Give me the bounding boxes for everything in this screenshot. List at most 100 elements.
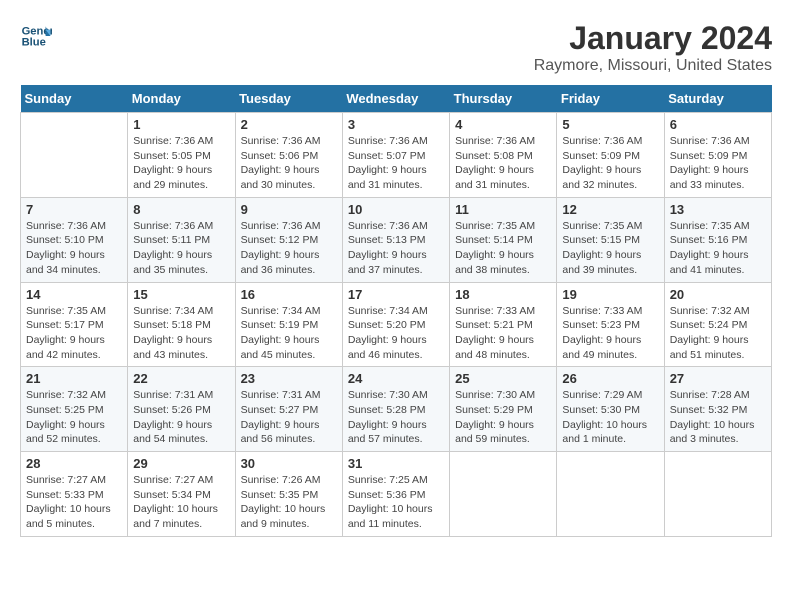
day-info: Sunrise: 7:36 AM Sunset: 5:08 PM Dayligh…	[455, 134, 551, 193]
calendar-header-row: Sunday Monday Tuesday Wednesday Thursday…	[21, 85, 772, 113]
calendar-cell: 3Sunrise: 7:36 AM Sunset: 5:07 PM Daylig…	[342, 113, 449, 198]
day-info: Sunrise: 7:26 AM Sunset: 5:35 PM Dayligh…	[241, 473, 337, 532]
day-info: Sunrise: 7:32 AM Sunset: 5:24 PM Dayligh…	[670, 304, 766, 363]
day-info: Sunrise: 7:31 AM Sunset: 5:26 PM Dayligh…	[133, 388, 229, 447]
calendar-cell	[450, 452, 557, 537]
calendar-cell: 9 Sunrise: 7:36 AM Sunset: 5:12 PM Daylig…	[235, 197, 342, 282]
day-number: 11	[455, 202, 551, 217]
calendar-cell	[21, 113, 128, 198]
day-number: 21	[26, 371, 122, 386]
day-info: Sunrise: 7:27 AM Sunset: 5:34 PM Dayligh…	[133, 473, 229, 532]
logo: General Blue	[20, 20, 52, 52]
day-number: 14	[26, 287, 122, 302]
calendar-cell: 22 Sunrise: 7:31 AM Sunset: 5:26 PM Dayli…	[128, 367, 235, 452]
day-info: Sunrise: 7:34 AM Sunset: 5:18 PM Dayligh…	[133, 304, 229, 363]
day-info: Sunrise: 7:30 AM Sunset: 5:29 PM Dayligh…	[455, 388, 551, 447]
day-number: 26	[562, 371, 658, 386]
day-info: Sunrise: 7:33 AM Sunset: 5:23 PM Dayligh…	[562, 304, 658, 363]
calendar-cell: 26 Sunrise: 7:29 AM Sunset: 5:30 PM Dayli…	[557, 367, 664, 452]
day-info: Sunrise: 7:36 AM Sunset: 5:11 PM Dayligh…	[133, 219, 229, 278]
day-number: 12	[562, 202, 658, 217]
day-info: Sunrise: 7:36 AM Sunset: 5:09 PM Dayligh…	[670, 134, 766, 193]
calendar-cell: 27 Sunrise: 7:28 AM Sunset: 5:32 PM Dayli…	[664, 367, 771, 452]
calendar-cell: 7 Sunrise: 7:36 AM Sunset: 5:10 PM Daylig…	[21, 197, 128, 282]
day-number: 28	[26, 456, 122, 471]
page-title: January 2024	[534, 20, 772, 57]
day-info: Sunrise: 7:36 AM Sunset: 5:12 PM Dayligh…	[241, 219, 337, 278]
calendar-cell: 5Sunrise: 7:36 AM Sunset: 5:09 PM Daylig…	[557, 113, 664, 198]
calendar-cell: 11Sunrise: 7:35 AM Sunset: 5:14 PM Dayli…	[450, 197, 557, 282]
day-number: 25	[455, 371, 551, 386]
day-info: Sunrise: 7:35 AM Sunset: 5:16 PM Dayligh…	[670, 219, 766, 278]
day-info: Sunrise: 7:34 AM Sunset: 5:19 PM Dayligh…	[241, 304, 337, 363]
calendar-week-2: 7 Sunrise: 7:36 AM Sunset: 5:10 PM Daylig…	[21, 197, 772, 282]
header-sunday: Sunday	[21, 85, 128, 113]
calendar-cell: 1Sunrise: 7:36 AM Sunset: 5:05 PM Daylig…	[128, 113, 235, 198]
day-number: 30	[241, 456, 337, 471]
day-info: Sunrise: 7:35 AM Sunset: 5:17 PM Dayligh…	[26, 304, 122, 363]
day-number: 18	[455, 287, 551, 302]
header: General Blue January 2024 Raymore, Misso…	[20, 20, 772, 75]
day-info: Sunrise: 7:25 AM Sunset: 5:36 PM Dayligh…	[348, 473, 444, 532]
calendar-cell: 13Sunrise: 7:35 AM Sunset: 5:16 PM Dayli…	[664, 197, 771, 282]
calendar-cell: 21 Sunrise: 7:32 AM Sunset: 5:25 PM Dayli…	[21, 367, 128, 452]
calendar-cell: 23 Sunrise: 7:31 AM Sunset: 5:27 PM Dayli…	[235, 367, 342, 452]
title-area: January 2024 Raymore, Missouri, United S…	[534, 20, 772, 75]
logo-icon: General Blue	[20, 20, 52, 52]
calendar-cell: 19 Sunrise: 7:33 AM Sunset: 5:23 PM Dayli…	[557, 282, 664, 367]
day-number: 2	[241, 117, 337, 132]
header-thursday: Thursday	[450, 85, 557, 113]
day-number: 9	[241, 202, 337, 217]
day-number: 6	[670, 117, 766, 132]
day-number: 16	[241, 287, 337, 302]
day-info: Sunrise: 7:36 AM Sunset: 5:10 PM Dayligh…	[26, 219, 122, 278]
calendar-cell	[664, 452, 771, 537]
calendar-cell: 2 Sunrise: 7:36 AM Sunset: 5:06 PM Daylig…	[235, 113, 342, 198]
day-number: 22	[133, 371, 229, 386]
calendar-week-1: 1Sunrise: 7:36 AM Sunset: 5:05 PM Daylig…	[21, 113, 772, 198]
calendar-cell: 10 Sunrise: 7:36 AM Sunset: 5:13 PM Dayli…	[342, 197, 449, 282]
day-info: Sunrise: 7:29 AM Sunset: 5:30 PM Dayligh…	[562, 388, 658, 447]
calendar-cell: 17Sunrise: 7:34 AM Sunset: 5:20 PM Dayli…	[342, 282, 449, 367]
calendar-cell: 30 Sunrise: 7:26 AM Sunset: 5:35 PM Dayli…	[235, 452, 342, 537]
day-number: 17	[348, 287, 444, 302]
day-info: Sunrise: 7:36 AM Sunset: 5:13 PM Dayligh…	[348, 219, 444, 278]
day-info: Sunrise: 7:36 AM Sunset: 5:07 PM Dayligh…	[348, 134, 444, 193]
calendar-cell: 4Sunrise: 7:36 AM Sunset: 5:08 PM Daylig…	[450, 113, 557, 198]
calendar-cell: 14 Sunrise: 7:35 AM Sunset: 5:17 PM Dayli…	[21, 282, 128, 367]
calendar-cell: 24 Sunrise: 7:30 AM Sunset: 5:28 PM Dayli…	[342, 367, 449, 452]
header-tuesday: Tuesday	[235, 85, 342, 113]
calendar-cell: 16 Sunrise: 7:34 AM Sunset: 5:19 PM Dayli…	[235, 282, 342, 367]
day-info: Sunrise: 7:30 AM Sunset: 5:28 PM Dayligh…	[348, 388, 444, 447]
day-number: 10	[348, 202, 444, 217]
day-number: 24	[348, 371, 444, 386]
day-info: Sunrise: 7:36 AM Sunset: 5:05 PM Dayligh…	[133, 134, 229, 193]
svg-text:Blue: Blue	[22, 37, 46, 49]
day-number: 23	[241, 371, 337, 386]
calendar-week-5: 28 Sunrise: 7:27 AM Sunset: 5:33 PM Dayli…	[21, 452, 772, 537]
day-info: Sunrise: 7:36 AM Sunset: 5:06 PM Dayligh…	[241, 134, 337, 193]
day-number: 7	[26, 202, 122, 217]
calendar-cell: 29Sunrise: 7:27 AM Sunset: 5:34 PM Dayli…	[128, 452, 235, 537]
calendar-cell: 15Sunrise: 7:34 AM Sunset: 5:18 PM Dayli…	[128, 282, 235, 367]
calendar-cell: 12 Sunrise: 7:35 AM Sunset: 5:15 PM Dayli…	[557, 197, 664, 282]
calendar-week-3: 14 Sunrise: 7:35 AM Sunset: 5:17 PM Dayli…	[21, 282, 772, 367]
day-info: Sunrise: 7:27 AM Sunset: 5:33 PM Dayligh…	[26, 473, 122, 532]
calendar-cell: 6 Sunrise: 7:36 AM Sunset: 5:09 PM Daylig…	[664, 113, 771, 198]
calendar-cell: 31Sunrise: 7:25 AM Sunset: 5:36 PM Dayli…	[342, 452, 449, 537]
day-info: Sunrise: 7:36 AM Sunset: 5:09 PM Dayligh…	[562, 134, 658, 193]
page-subtitle: Raymore, Missouri, United States	[534, 57, 772, 75]
header-monday: Monday	[128, 85, 235, 113]
header-friday: Friday	[557, 85, 664, 113]
header-wednesday: Wednesday	[342, 85, 449, 113]
day-info: Sunrise: 7:28 AM Sunset: 5:32 PM Dayligh…	[670, 388, 766, 447]
calendar-cell: 28 Sunrise: 7:27 AM Sunset: 5:33 PM Dayli…	[21, 452, 128, 537]
calendar-table: Sunday Monday Tuesday Wednesday Thursday…	[20, 85, 772, 537]
day-number: 8	[133, 202, 229, 217]
day-info: Sunrise: 7:35 AM Sunset: 5:15 PM Dayligh…	[562, 219, 658, 278]
day-number: 19	[562, 287, 658, 302]
day-info: Sunrise: 7:32 AM Sunset: 5:25 PM Dayligh…	[26, 388, 122, 447]
calendar-cell: 25 Sunrise: 7:30 AM Sunset: 5:29 PM Dayli…	[450, 367, 557, 452]
day-info: Sunrise: 7:31 AM Sunset: 5:27 PM Dayligh…	[241, 388, 337, 447]
day-number: 27	[670, 371, 766, 386]
